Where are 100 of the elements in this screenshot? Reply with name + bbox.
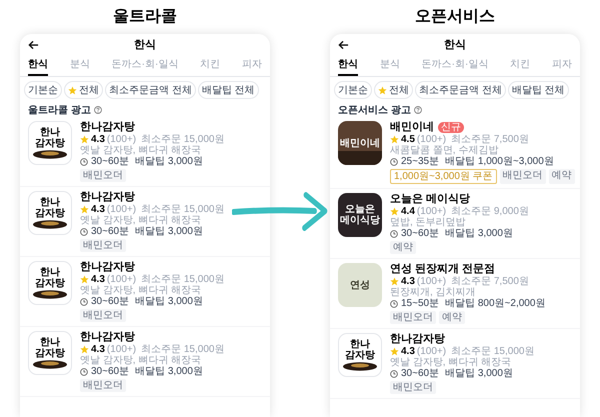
- menu-text: 옛날 감자탕, 뼈다귀 해장국: [80, 215, 202, 226]
- category-tab[interactable]: 한식: [338, 56, 358, 76]
- store-tag: 예약: [390, 241, 416, 254]
- rating: 4.3: [91, 204, 105, 215]
- logo-text: 감자탕: [345, 350, 375, 361]
- delivery-time: 30~60분: [401, 368, 440, 379]
- store-name[interactable]: 배민이네: [390, 121, 434, 134]
- back-arrow-icon[interactable]: [338, 40, 349, 50]
- minimum-order: 최소주문 9,000원: [451, 206, 529, 217]
- filter-chip[interactable]: 기본순: [334, 81, 372, 99]
- rating: 4.3: [401, 346, 415, 357]
- logo-text: 메이식당: [340, 215, 380, 226]
- logo-text: 한나: [40, 197, 60, 208]
- screen-title: 한식: [134, 38, 156, 53]
- star-icon: [390, 277, 399, 286]
- store-tag: 예약: [548, 169, 575, 184]
- review-count: (100+): [106, 134, 136, 145]
- review-count: (100+): [416, 276, 446, 287]
- delivery-fee: 배달팁 3,000원: [445, 228, 513, 239]
- store-tag: 배민오더: [80, 169, 126, 182]
- menu-text: 덮밥, 돈부리덮밥: [390, 217, 467, 228]
- logo-text: 감자탕: [35, 208, 65, 219]
- store-name[interactable]: 한나감자탕: [80, 261, 135, 274]
- clock-icon: [80, 228, 88, 236]
- back-arrow-icon[interactable]: [28, 40, 39, 50]
- store-tag: 배민오더: [500, 169, 546, 184]
- bowl-icon: [32, 220, 68, 229]
- delivery-time: 30~60분: [91, 296, 130, 307]
- store-name[interactable]: 한나감자탕: [80, 121, 135, 134]
- store-name[interactable]: 오늘은 메이식당: [390, 193, 470, 206]
- minimum-order: 최소주문 7,500원: [451, 134, 529, 145]
- menu-text: 옛날 감자탕, 뼈다귀 해장국: [390, 357, 512, 368]
- category-tab[interactable]: 한식: [28, 56, 48, 76]
- bowl-icon: [32, 150, 68, 159]
- help-icon[interactable]: [414, 106, 422, 114]
- rating: 4.5: [401, 134, 415, 145]
- review-count: (100+): [416, 134, 446, 145]
- store-tag: 1,000원~3,000원 쿠폰: [390, 169, 497, 184]
- delivery-time: 30~60분: [91, 156, 130, 167]
- clock-icon: [80, 158, 88, 166]
- star-icon: [80, 205, 89, 214]
- rating: 4.3: [91, 274, 105, 285]
- store-tag: 배민오더: [390, 311, 436, 324]
- store-name[interactable]: 연성 된장찌개 전문점: [390, 263, 496, 276]
- filter-chip[interactable]: 최소주문금액 전체: [415, 81, 506, 99]
- filter-chip[interactable]: 배달팁 전체: [198, 81, 259, 99]
- star-icon: [390, 135, 399, 144]
- store-tag: 예약: [439, 311, 465, 324]
- store-name[interactable]: 한나감자탕: [390, 333, 445, 346]
- logo-text: 오늘은: [345, 204, 375, 215]
- clock-icon: [80, 368, 88, 376]
- logo-text: 한나: [40, 337, 60, 348]
- logo-text: 한나: [40, 127, 60, 138]
- filter-chip[interactable]: 배달팁 전체: [508, 81, 569, 99]
- section-label: 오픈서비스 광고: [338, 104, 411, 118]
- logo-text: 배민이네: [340, 138, 380, 148]
- store-name[interactable]: 한나감자탕: [80, 331, 135, 344]
- minimum-order: 최소주문 15,000원: [141, 344, 224, 355]
- photo-placeholder: [338, 151, 382, 165]
- star-icon: [80, 275, 89, 284]
- store-name[interactable]: 한나감자탕: [80, 191, 135, 204]
- review-count: (100+): [416, 346, 446, 357]
- star-icon: [378, 86, 387, 94]
- store-tag: 배민오더: [80, 239, 126, 252]
- logo-text: 연성: [350, 280, 370, 290]
- delivery-fee: 배달팁 3,000원: [445, 368, 513, 379]
- filter-chip[interactable]: 기본순: [24, 81, 62, 99]
- minimum-order: 최소주문 15,000원: [141, 204, 224, 215]
- panel-heading: 울트라콜: [113, 7, 177, 27]
- minimum-order: 최소주문 15,000원: [141, 274, 224, 285]
- delivery-fee: 배달팁 3,000원: [135, 296, 203, 307]
- help-icon[interactable]: [94, 106, 102, 114]
- panel-heading: 오픈서비스: [415, 7, 495, 27]
- filter-chip[interactable]: 전체: [374, 81, 413, 99]
- review-count: (100+): [416, 206, 446, 217]
- delivery-fee: 배달팁 1,000원~3,000원: [445, 156, 554, 167]
- logo-text: 감자탕: [35, 348, 65, 359]
- logo-text: 감자탕: [35, 138, 65, 149]
- delivery-fee: 배달팁 800원~2,000원: [445, 298, 546, 309]
- filter-chip[interactable]: 전체: [64, 81, 103, 99]
- clock-icon: [390, 230, 398, 238]
- star-icon: [390, 347, 399, 356]
- new-badge: 신규: [438, 122, 464, 133]
- delivery-fee: 배달팁 3,000원: [135, 366, 203, 377]
- star-icon: [80, 135, 89, 144]
- clock-icon: [390, 370, 398, 378]
- bowl-icon: [342, 362, 378, 371]
- menu-text: 옛날 감자탕, 뼈다귀 해장국: [80, 285, 202, 296]
- star-icon: [80, 345, 89, 354]
- star-icon: [390, 207, 399, 216]
- menu-text: 옛날 감자탕, 뼈다귀 해장국: [80, 355, 202, 366]
- delivery-time: 30~60분: [401, 228, 440, 239]
- logo-text: 감자탕: [35, 278, 65, 289]
- filter-chip[interactable]: 최소주문금액 전체: [105, 81, 196, 99]
- review-count: (100+): [106, 204, 136, 215]
- review-count: (100+): [106, 274, 136, 285]
- minimum-order: 최소주문 7,500원: [451, 276, 529, 287]
- logo-text: 한나: [40, 267, 60, 278]
- store-tag: 배민오더: [80, 309, 126, 322]
- rating: 4.3: [401, 276, 415, 287]
